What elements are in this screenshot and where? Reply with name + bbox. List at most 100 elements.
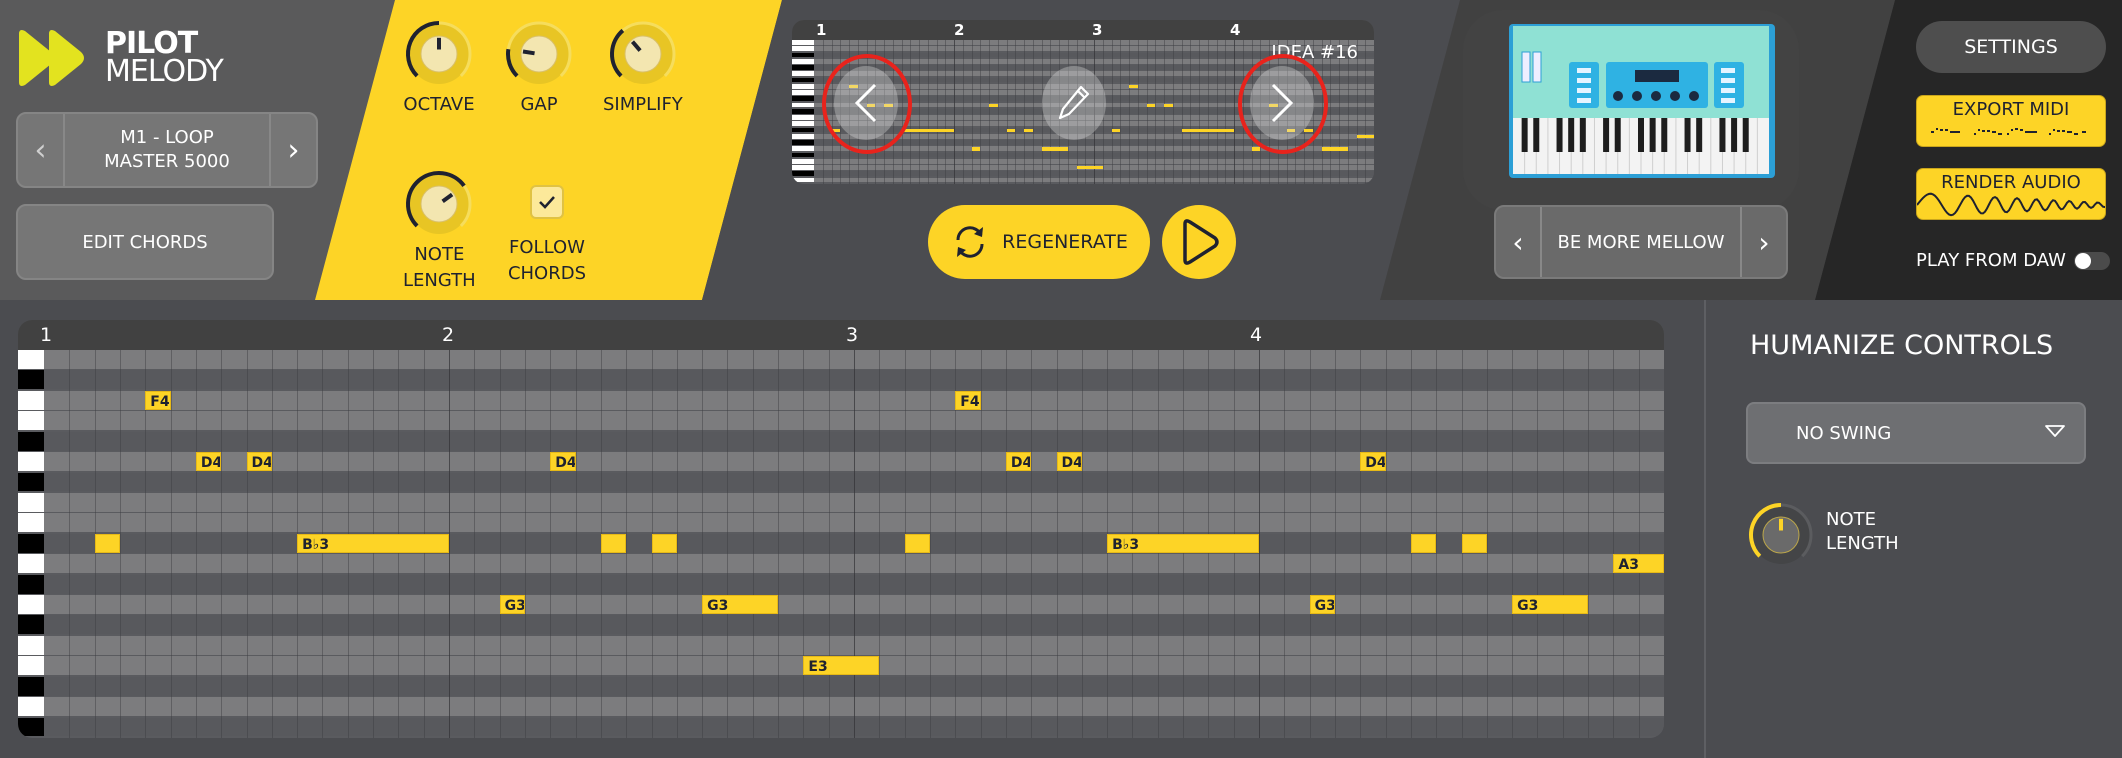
settings-button[interactable]: SETTINGS — [1916, 21, 2106, 73]
note-length-knob[interactable] — [403, 168, 475, 240]
piano-key-b4[interactable] — [792, 46, 814, 51]
note-grid[interactable]: F4 D4 D4 B♭3 G3 D4 G3 E3 F4 D4 D4 B♭3 G3 D4 G3 A3 — [44, 350, 1664, 738]
note-a3[interactable] — [1356, 134, 1374, 139]
note-bb3[interactable]: B♭3 — [1107, 533, 1259, 553]
note-g3[interactable]: G3 — [1309, 595, 1335, 614]
piano-key-f3[interactable] — [18, 635, 44, 655]
piano-key-d4[interactable] — [792, 102, 814, 108]
note-bb3[interactable] — [1111, 128, 1121, 132]
note-d4[interactable] — [1164, 103, 1173, 107]
note-g3[interactable]: G3 — [1512, 595, 1589, 614]
piano-key-b3[interactable] — [792, 121, 814, 127]
play-button[interactable] — [1162, 205, 1236, 279]
note-a3[interactable]: A3 — [1613, 554, 1664, 574]
bar-ruler[interactable]: 1 2 3 4 — [18, 320, 1664, 350]
play-from-daw-toggle[interactable] — [2073, 251, 2110, 270]
piano-key-e4[interactable] — [792, 90, 814, 95]
piano-key-db3[interactable] — [18, 717, 44, 737]
swing-dropdown[interactable]: NO SWING — [1746, 402, 2086, 464]
piano-key-c-sharp4[interactable] — [792, 108, 814, 114]
edit-chords-button[interactable]: EDIT CHORDS — [16, 204, 274, 280]
note-d4[interactable] — [1146, 103, 1156, 107]
piano-key-f-sharp3[interactable] — [792, 152, 814, 158]
preset-prev-button[interactable]: ‹ — [18, 114, 63, 186]
note-f4[interactable]: F4 — [145, 390, 171, 410]
note-bb3[interactable] — [651, 533, 677, 553]
piano-key-f4[interactable] — [792, 83, 814, 89]
note-bb3[interactable] — [600, 533, 627, 553]
note-bb3[interactable]: B♭3 — [297, 533, 449, 553]
note-bb3[interactable] — [1461, 533, 1487, 553]
note-g3[interactable] — [971, 147, 981, 151]
note-g3[interactable] — [1041, 147, 1068, 151]
follow-chords-checkbox[interactable] — [530, 185, 564, 219]
piano-roll[interactable]: 1 2 3 4 F4 D4 D4 B♭3 G3 D4 G3 E3 F4 D4 D4 B♭3 G3 D4 G3… — [18, 320, 1664, 738]
render-audio-button[interactable]: RENDER AUDIO — [1916, 168, 2106, 220]
piano-key-a3[interactable] — [792, 133, 814, 139]
note-d4[interactable]: D4 — [195, 452, 222, 471]
note-e3[interactable] — [1076, 166, 1103, 170]
note-bb3[interactable] — [1410, 533, 1437, 553]
note-bb3[interactable] — [1024, 128, 1033, 132]
piano-key-d3[interactable] — [18, 697, 44, 717]
synth-keyboard-illustration[interactable] — [1505, 22, 1779, 180]
note-g3[interactable] — [1251, 147, 1261, 151]
note-d4[interactable]: D4 — [1360, 452, 1386, 471]
preset-name[interactable]: M1 - LOOP MASTER 5000 — [63, 114, 271, 186]
piano-key-g-sharp3[interactable] — [18, 574, 44, 594]
idea-preview[interactable]: 1 2 3 4 IDEA #16 — [792, 20, 1374, 184]
piano-key-f-sharp3[interactable] — [18, 615, 44, 635]
preset-next-button[interactable]: › — [271, 114, 316, 186]
octave-knob[interactable] — [403, 18, 475, 90]
piano-key-d4[interactable] — [18, 452, 44, 471]
note-bb3[interactable] — [94, 533, 120, 553]
piano-key-bb3[interactable] — [18, 533, 44, 553]
mood-label[interactable]: BE MORE MELLOW — [1540, 207, 1742, 277]
piano-key-bb3[interactable] — [792, 127, 814, 133]
piano-key-f-sharp4[interactable] — [792, 77, 814, 83]
piano-key-c4[interactable] — [18, 492, 44, 512]
piano-key-g3[interactable] — [18, 595, 44, 614]
piano-key-g-sharp4[interactable] — [792, 65, 814, 70]
mood-next-button[interactable]: › — [1742, 207, 1786, 277]
piano-key-d3[interactable] — [792, 177, 814, 183]
piano-key-a4[interactable] — [792, 58, 814, 64]
piano-key-eb4[interactable] — [18, 431, 44, 451]
piano-key-g3[interactable] — [792, 146, 814, 152]
piano-key-f3[interactable] — [792, 158, 814, 164]
note-bb3[interactable] — [1181, 128, 1234, 132]
note-e3[interactable]: E3 — [803, 656, 880, 676]
piano-key-g-sharp3[interactable] — [792, 140, 814, 145]
piano-key-eb3[interactable] — [792, 171, 814, 177]
piano-key-c5[interactable] — [792, 40, 814, 45]
regenerate-button[interactable]: REGENERATE — [928, 205, 1150, 279]
piano-key-b3[interactable] — [18, 513, 44, 533]
humanize-note-length-knob[interactable] — [1746, 500, 1816, 570]
note-g3[interactable]: G3 — [499, 595, 525, 614]
mood-prev-button[interactable]: ‹ — [1496, 207, 1540, 277]
note-bb3[interactable] — [904, 533, 930, 553]
note-g3[interactable] — [1321, 147, 1348, 151]
note-d4[interactable]: D4 — [1005, 452, 1032, 471]
simplify-knob[interactable] — [607, 18, 679, 90]
edit-idea-button[interactable] — [1042, 66, 1106, 140]
note-bb3[interactable] — [1006, 128, 1016, 132]
piano-key-e4[interactable] — [18, 411, 44, 431]
piano-key-eb4[interactable] — [792, 96, 814, 102]
piano-key-e3[interactable] — [18, 656, 44, 676]
export-midi-button[interactable]: EXPORT MIDI — [1916, 95, 2106, 147]
note-d4[interactable]: D4 — [246, 452, 272, 471]
piano-key-f4[interactable] — [18, 390, 44, 410]
piano-key-e3[interactable] — [792, 165, 814, 170]
piano-key-a3[interactable] — [18, 554, 44, 574]
note-f4[interactable] — [1129, 84, 1138, 89]
gap-knob[interactable] — [503, 18, 575, 90]
piano-key-bb4[interactable] — [792, 52, 814, 58]
piano-key-g4[interactable] — [18, 350, 44, 369]
piano-key-g4[interactable] — [792, 71, 814, 77]
note-d4[interactable]: D4 — [550, 452, 576, 471]
note-d4[interactable] — [989, 103, 998, 107]
note-g3[interactable]: G3 — [702, 595, 779, 614]
piano-key-f-sharp4[interactable] — [18, 370, 44, 390]
piano-key-c4[interactable] — [792, 115, 814, 120]
